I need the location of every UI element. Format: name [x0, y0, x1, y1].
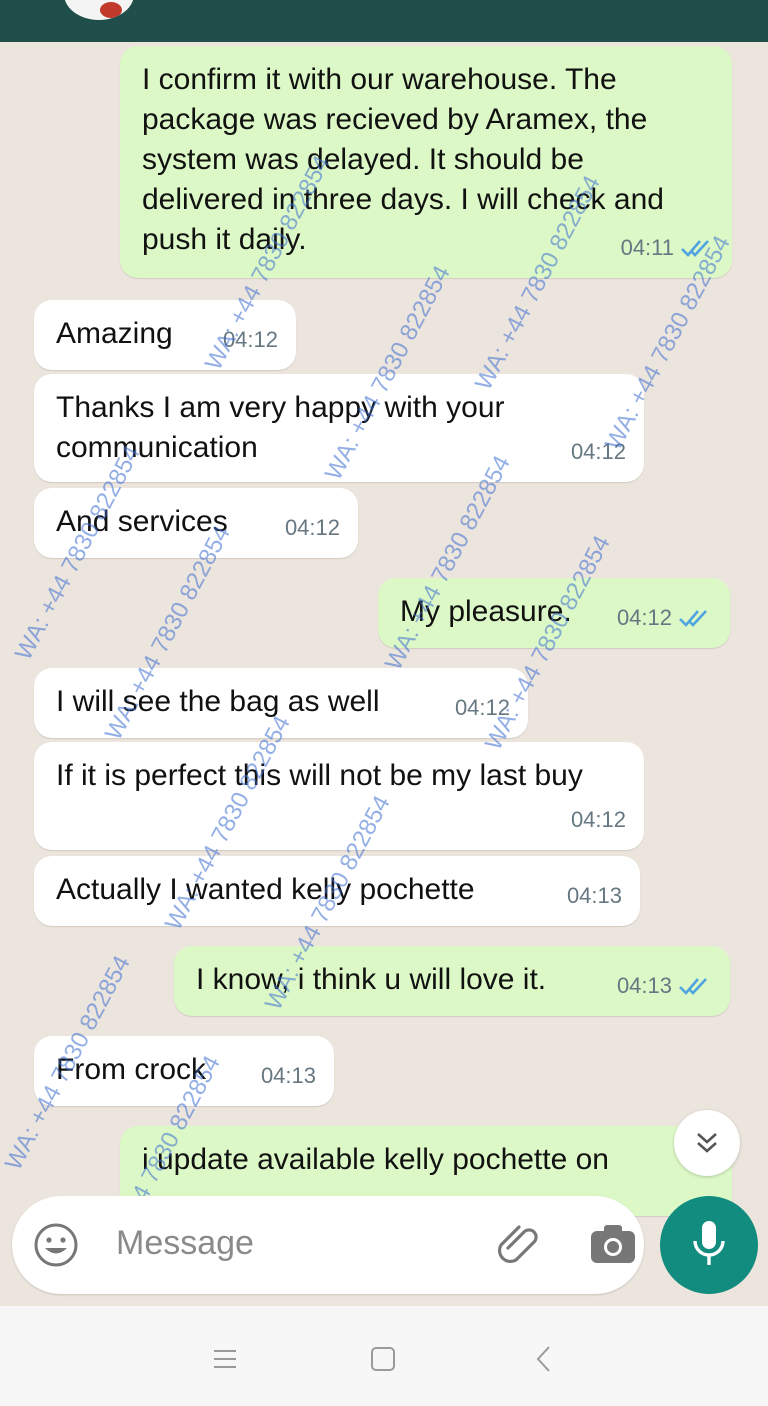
double-check-read-icon: [679, 978, 707, 995]
avatar-badge: [100, 2, 122, 18]
system-navigation-bar: [0, 1306, 768, 1406]
message-bubble-outgoing[interactable]: I know, i think u will love it. 04:13: [174, 946, 730, 1016]
attach-icon[interactable]: [494, 1218, 544, 1268]
message-bubble-incoming[interactable]: Amazing 04:12: [34, 300, 296, 370]
message-time: 04:11: [620, 235, 674, 260]
message-text: If it is perfect this will not be my las…: [56, 759, 583, 792]
double-check-read-icon: [679, 610, 707, 627]
message-time: 04:12: [222, 327, 278, 352]
camera-icon[interactable]: [588, 1222, 638, 1266]
message-time: 04:12: [570, 439, 626, 464]
chat-header: [0, 0, 768, 42]
message-meta: 04:12: [571, 800, 626, 840]
message-composer[interactable]: Message: [12, 1196, 644, 1294]
message-text: Actually I wanted kelly pochette: [56, 873, 475, 906]
message-text: Thanks I am very happy with your communi…: [56, 391, 513, 464]
message-meta: 04:11: [621, 228, 714, 268]
contact-avatar[interactable]: [64, 0, 134, 20]
mic-button[interactable]: [660, 1196, 758, 1294]
message-bubble-incoming[interactable]: From crock 04:13: [34, 1036, 334, 1106]
message-time: 04:13: [566, 883, 622, 908]
message-time: 04:13: [260, 1063, 316, 1088]
message-input[interactable]: Message: [116, 1224, 254, 1263]
message-text: i update available kelly pochette on: [142, 1143, 609, 1176]
message-bubble-incoming[interactable]: I will see the bag as well 04:12: [34, 668, 528, 738]
message-meta: 04:12: [617, 598, 712, 638]
message-meta: 04:12: [285, 508, 340, 548]
menu-icon[interactable]: [208, 1342, 242, 1376]
message-meta: 04:13: [567, 876, 622, 916]
message-text: I will see the bag as well: [56, 685, 380, 718]
message-bubble-outgoing[interactable]: My pleasure. 04:12: [378, 578, 730, 648]
message-bubble-incoming[interactable]: Thanks I am very happy with your communi…: [34, 374, 644, 482]
message-bubble-incoming[interactable]: If it is perfect this will not be my las…: [34, 742, 644, 850]
mic-icon: [693, 1221, 725, 1265]
home-icon[interactable]: [366, 1342, 400, 1376]
message-meta: 04:12: [455, 688, 510, 728]
message-meta: 04:13: [261, 1056, 316, 1096]
message-meta: 04:13: [617, 966, 712, 1006]
scroll-to-bottom-button[interactable]: [674, 1110, 740, 1176]
message-time: 04:12: [570, 807, 626, 832]
message-meta: 04:12: [223, 320, 278, 360]
message-bubble-outgoing[interactable]: I confirm it with our warehouse. The pac…: [120, 46, 732, 278]
chat-area[interactable]: I confirm it with our warehouse. The pac…: [0, 42, 768, 1306]
double-check-read-icon: [681, 240, 709, 257]
message-bubble-incoming[interactable]: Actually I wanted kelly pochette 04:13: [34, 856, 640, 926]
double-chevron-down-icon: [697, 1133, 717, 1153]
emoji-icon[interactable]: [32, 1221, 80, 1269]
message-time: 04:12: [616, 605, 672, 630]
message-time: 04:13: [616, 973, 672, 998]
back-icon[interactable]: [528, 1342, 562, 1376]
message-time: 04:12: [454, 695, 510, 720]
message-time: 04:12: [284, 515, 340, 540]
message-bubble-incoming[interactable]: And services 04:12: [34, 488, 358, 558]
message-meta: 04:12: [571, 432, 626, 472]
